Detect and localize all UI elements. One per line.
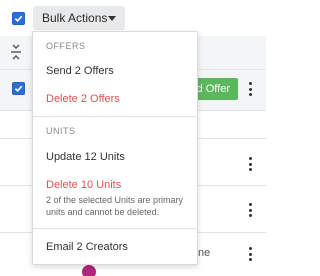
avatar bbox=[82, 265, 96, 276]
menu-divider bbox=[33, 116, 197, 117]
row-name-text: ne bbox=[198, 247, 211, 259]
menu-divider bbox=[33, 228, 197, 229]
bulk-actions-menu: OFFERS Send 2 Offers Delete 2 Offers UNI… bbox=[32, 31, 198, 265]
checkmark-icon bbox=[14, 15, 23, 23]
bulk-actions-button[interactable]: Bulk Actions bbox=[33, 6, 125, 30]
send-offer-label: d Offer bbox=[196, 83, 230, 95]
offers-section-header: OFFERS bbox=[46, 41, 86, 51]
update-units-menu-item[interactable]: Update 12 Units bbox=[46, 151, 125, 163]
email-creators-menu-item[interactable]: Email 2 Creators bbox=[46, 241, 128, 253]
row-checkbox[interactable] bbox=[12, 82, 25, 95]
select-all-checkbox[interactable] bbox=[12, 12, 25, 25]
collapse-rows-icon[interactable] bbox=[10, 44, 22, 60]
units-section-header: UNITS bbox=[46, 126, 76, 136]
row-actions-kebab-icon[interactable] bbox=[246, 247, 254, 261]
send-offers-menu-item[interactable]: Send 2 Offers bbox=[46, 65, 114, 77]
caret-down-icon bbox=[108, 16, 116, 21]
bulk-actions-label: Bulk Actions bbox=[42, 11, 108, 25]
delete-units-note: 2 of the selected Units are primary unit… bbox=[46, 195, 184, 217]
delete-offers-menu-item[interactable]: Delete 2 Offers bbox=[46, 93, 120, 105]
delete-units-menu-item[interactable]: Delete 10 Units bbox=[46, 179, 121, 191]
row-actions-kebab-icon[interactable] bbox=[246, 157, 254, 171]
row-actions-kebab-icon[interactable] bbox=[246, 203, 254, 217]
checkmark-icon bbox=[14, 85, 23, 93]
row-actions-kebab-icon[interactable] bbox=[246, 82, 254, 96]
